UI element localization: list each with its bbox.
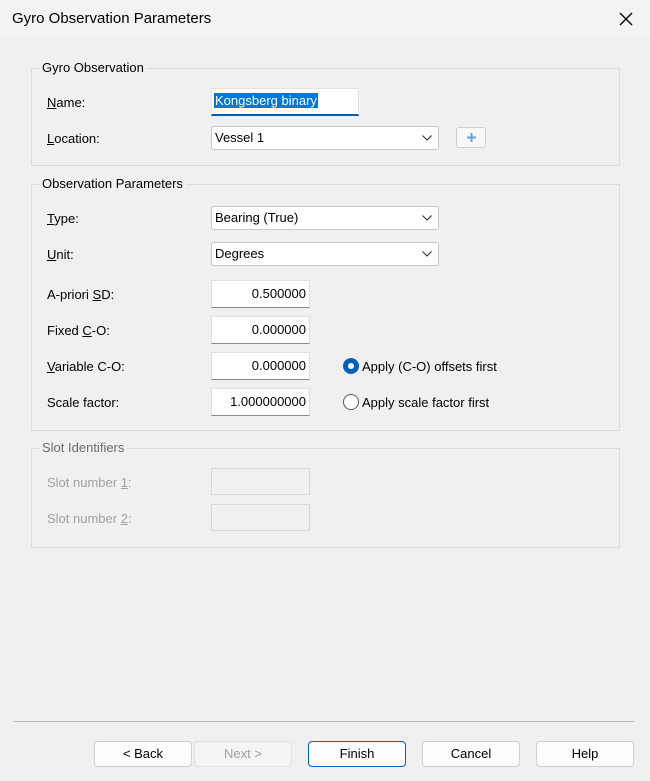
cancel-button[interactable]: Cancel — [422, 741, 520, 767]
name-input[interactable]: Kongsberg binary — [211, 88, 359, 116]
apply-offsets-first-label[interactable]: Apply (C-O) offsets first — [362, 359, 497, 374]
apriori-sd-label: A-priori SD: — [47, 287, 115, 302]
group-title: Slot Identifiers — [39, 440, 128, 455]
slot-number-1-input[interactable] — [211, 468, 310, 495]
chevron-down-icon — [422, 215, 432, 221]
slot-number-2-input[interactable] — [211, 504, 310, 531]
location-value: Vessel 1 — [215, 130, 265, 145]
fixed-co-value: 0.000000 — [251, 322, 306, 337]
variable-co-value: 0.000000 — [251, 358, 306, 373]
slot-number-1-label: Slot number 1: — [47, 475, 132, 490]
back-label: < Back — [122, 746, 164, 761]
add-location-button[interactable] — [456, 127, 486, 148]
location-label: Location: — [47, 131, 100, 146]
name-value: Kongsberg binary — [214, 93, 318, 108]
apply-offsets-first-radio[interactable] — [343, 358, 359, 374]
fixed-co-label: Fixed C-O: — [47, 323, 110, 338]
help-label: Help — [571, 746, 599, 761]
finish-button[interactable]: Finish — [308, 741, 406, 767]
unit-dropdown[interactable]: Degrees — [211, 242, 439, 266]
apriori-sd-input[interactable]: 0.500000 — [211, 280, 310, 308]
unit-label: Unit: — [47, 247, 74, 262]
window-title: Gyro Observation Parameters — [12, 10, 212, 27]
footer-separator — [14, 721, 634, 722]
next-label: Next > — [224, 746, 262, 761]
apriori-sd-value: 0.500000 — [251, 286, 306, 301]
scale-factor-input[interactable]: 1.000000000 — [211, 388, 310, 416]
group-title: Gyro Observation — [39, 60, 147, 75]
scale-factor-value: 1.000000000 — [230, 394, 306, 409]
type-dropdown[interactable]: Bearing (True) — [211, 206, 439, 230]
group-title: Observation Parameters — [39, 176, 186, 191]
finish-label: Finish — [339, 746, 375, 761]
plus-icon — [467, 133, 476, 142]
apply-scale-first-label[interactable]: Apply scale factor first — [362, 395, 489, 410]
close-button[interactable] — [604, 0, 650, 38]
group-slot-identifiers: Slot Identifiers — [31, 440, 620, 548]
location-dropdown[interactable]: Vessel 1 — [211, 126, 439, 150]
chevron-down-icon — [422, 251, 432, 257]
cancel-label: Cancel — [450, 746, 492, 761]
group-gyro-observation: Gyro Observation — [31, 60, 620, 166]
variable-co-label: Variable C-O: — [47, 359, 125, 374]
fixed-co-input[interactable]: 0.000000 — [211, 316, 310, 344]
slot-number-2-label: Slot number 2: — [47, 511, 132, 526]
type-label: Type: — [47, 211, 79, 226]
chevron-down-icon — [422, 135, 432, 141]
scale-factor-label: Scale factor: — [47, 395, 120, 410]
variable-co-input[interactable]: 0.000000 — [211, 352, 310, 380]
name-label: Name: — [47, 95, 86, 110]
back-button[interactable]: < Back — [94, 741, 192, 767]
dialog-body: Gyro Observation Name: Kongsberg binary … — [0, 38, 650, 781]
title-bar: Gyro Observation Parameters — [0, 0, 650, 38]
unit-value: Degrees — [215, 246, 265, 261]
apply-scale-first-radio[interactable] — [343, 394, 359, 410]
close-icon — [619, 12, 633, 26]
next-button[interactable]: Next > — [194, 741, 292, 767]
type-value: Bearing (True) — [215, 210, 299, 225]
help-button[interactable]: Help — [536, 741, 634, 767]
